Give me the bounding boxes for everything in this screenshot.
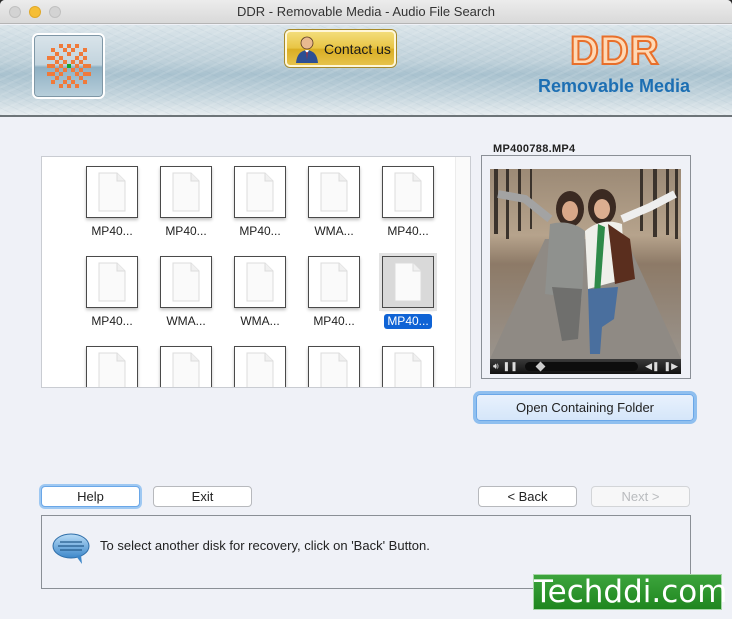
help-button[interactable]: Help — [41, 486, 140, 507]
file-document-icon — [160, 256, 212, 308]
file-document-icon — [234, 346, 286, 387]
file-list-panel: MP40... MP40... MP40... WMA... MP40... MP40..… — [41, 156, 471, 388]
file-document-icon — [234, 166, 286, 218]
seek-knob[interactable] — [535, 361, 546, 372]
file-document-icon — [234, 256, 286, 308]
speech-bubble-icon — [52, 533, 90, 564]
pause-icon[interactable]: ❚❚ — [503, 359, 518, 374]
file-item[interactable]: WMA... — [149, 256, 223, 334]
exit-button[interactable]: Exit — [153, 486, 252, 507]
file-item[interactable]: MP40... — [371, 256, 445, 334]
video-frame-image — [490, 169, 681, 359]
file-document-icon — [382, 256, 434, 308]
file-document-icon — [382, 166, 434, 218]
title-bar: DDR - Removable Media - Audio File Searc… — [0, 0, 732, 24]
file-name-label: MP40... — [384, 314, 432, 329]
file-document-icon — [86, 256, 138, 308]
close-window-button[interactable] — [9, 6, 21, 18]
app-window: DDR - Removable Media - Audio File Searc… — [0, 0, 732, 619]
file-document-icon — [86, 346, 138, 387]
file-name-label: WMA... — [240, 314, 280, 328]
file-item[interactable]: MP40... — [297, 256, 371, 334]
file-document-icon — [86, 166, 138, 218]
file-document-icon — [160, 346, 212, 387]
info-message: To select another disk for recovery, cli… — [100, 538, 430, 553]
step-forward-icon[interactable]: ❚▶ — [664, 359, 678, 374]
seek-bar[interactable] — [524, 361, 639, 372]
file-item[interactable]: MP40... — [371, 166, 445, 244]
brand-subtitle: Removable Media — [538, 76, 691, 96]
file-name-label: WMA... — [314, 224, 354, 238]
brand-logo-text: DDR — [569, 28, 660, 74]
file-document-icon — [308, 256, 360, 308]
file-document-icon — [308, 166, 360, 218]
file-item[interactable]: MP40... — [75, 256, 149, 334]
next-button: Next > — [591, 486, 690, 507]
back-button[interactable]: < Back — [478, 486, 577, 507]
file-document-icon — [160, 166, 212, 218]
file-item[interactable] — [75, 346, 149, 387]
file-name-label: MP40... — [313, 314, 355, 328]
watermark-badge: Techddi.com — [533, 574, 728, 610]
file-item[interactable]: MP40... — [149, 166, 223, 244]
volume-icon[interactable]: 🔊︎ — [493, 359, 499, 374]
app-logo — [32, 33, 105, 99]
file-document-icon — [382, 346, 434, 387]
contact-us-button[interactable]: Contact us — [285, 30, 396, 67]
file-name-label: MP40... — [239, 224, 281, 238]
video-preview[interactable]: 🔊︎ ❚❚ ◀❚ ❚▶ — [490, 169, 681, 374]
preview-file-name: MP400788.MP4 — [489, 143, 580, 155]
file-name-label: MP40... — [387, 224, 429, 238]
step-back-icon[interactable]: ◀❚ — [645, 359, 659, 374]
file-name-label: MP40... — [91, 224, 133, 238]
contact-us-label: Contact us — [324, 40, 391, 57]
file-item[interactable]: MP40... — [223, 166, 297, 244]
minimize-window-button[interactable] — [29, 6, 41, 18]
video-controls: 🔊︎ ❚❚ ◀❚ ❚▶ — [490, 359, 681, 374]
file-item[interactable]: WMA... — [297, 166, 371, 244]
file-document-icon — [308, 346, 360, 387]
file-item[interactable]: WMA... — [223, 256, 297, 334]
file-grid: MP40... MP40... MP40... WMA... MP40... MP40..… — [75, 166, 445, 387]
checkered-star-logo-icon — [46, 44, 91, 88]
maximize-window-button[interactable] — [49, 6, 61, 18]
window-title: DDR - Removable Media - Audio File Searc… — [237, 4, 495, 19]
file-item[interactable]: MP40... — [75, 166, 149, 244]
file-item[interactable] — [371, 346, 445, 387]
header-banner: Contact us DDR Removable Media — [0, 25, 732, 117]
file-name-label: WMA... — [166, 314, 206, 328]
file-name-label: MP40... — [165, 224, 207, 238]
file-item[interactable] — [149, 346, 223, 387]
open-containing-folder-button[interactable]: Open Containing Folder — [476, 394, 694, 421]
file-item[interactable] — [297, 346, 371, 387]
person-icon — [296, 36, 318, 63]
file-name-label: MP40... — [91, 314, 133, 328]
file-list-scrollbar[interactable] — [455, 157, 470, 387]
file-item[interactable] — [223, 346, 297, 387]
